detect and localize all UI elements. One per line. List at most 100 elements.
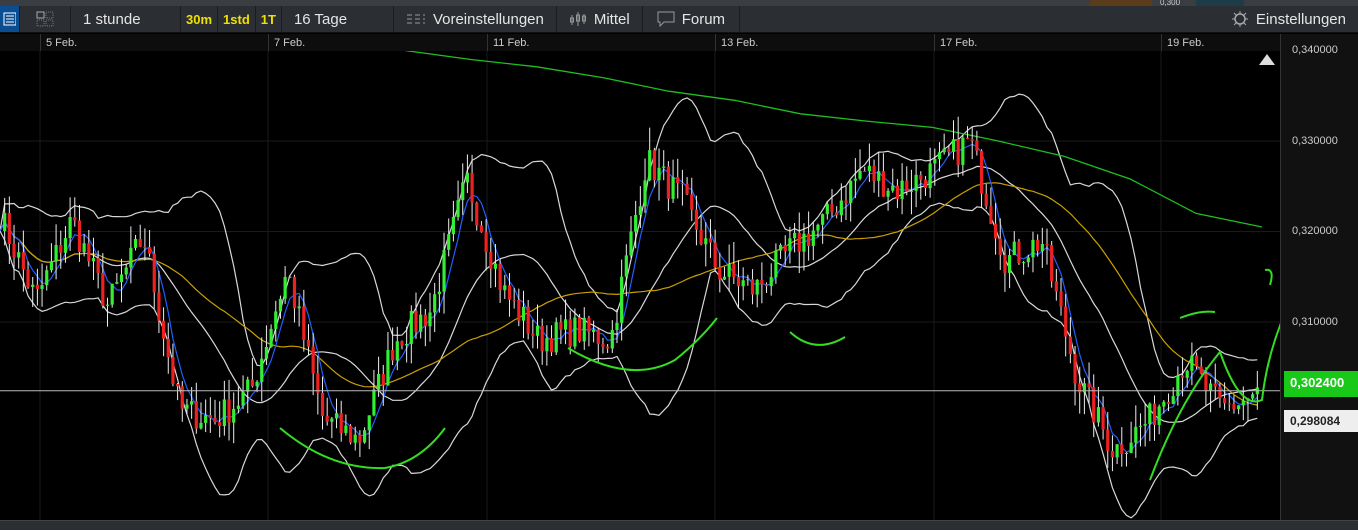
candle-body bbox=[606, 346, 610, 349]
candle-body bbox=[311, 346, 315, 374]
candle-body bbox=[1115, 444, 1119, 458]
candle-body bbox=[381, 374, 385, 386]
candle-body bbox=[1157, 406, 1161, 425]
candle-body bbox=[367, 415, 371, 431]
candle-body bbox=[919, 174, 923, 180]
candle-body bbox=[110, 283, 114, 305]
candle-body bbox=[1110, 450, 1115, 458]
candle-body bbox=[867, 165, 871, 172]
candle-body bbox=[1096, 407, 1101, 423]
range-select[interactable]: 16 Tage bbox=[282, 6, 394, 32]
candle-body bbox=[830, 204, 834, 213]
candle-body bbox=[35, 284, 39, 289]
candle-body bbox=[634, 214, 638, 232]
candle-body bbox=[73, 217, 77, 221]
candle-body bbox=[405, 343, 409, 346]
candle-body bbox=[895, 185, 900, 199]
date-tick: 13 Feb. bbox=[721, 37, 759, 49]
candle-body bbox=[905, 180, 909, 192]
candle-body bbox=[900, 180, 904, 199]
candle-body bbox=[713, 242, 717, 268]
candle-body bbox=[680, 183, 685, 185]
forum-button[interactable]: Forum bbox=[643, 6, 741, 32]
candle-body bbox=[433, 294, 437, 313]
candle-body bbox=[891, 185, 895, 191]
candle-body bbox=[877, 171, 881, 181]
menu-button[interactable] bbox=[0, 6, 20, 32]
candle-body bbox=[465, 172, 470, 183]
candle-body bbox=[377, 374, 381, 390]
candle-body bbox=[863, 170, 867, 172]
interval-1t[interactable]: 1T bbox=[256, 6, 282, 32]
candle-body bbox=[774, 250, 778, 278]
candle-body bbox=[1180, 375, 1185, 378]
candle-body bbox=[559, 322, 563, 330]
candle-body bbox=[1166, 401, 1171, 404]
candle-body bbox=[395, 341, 399, 361]
candle-body bbox=[937, 152, 942, 160]
candle-body bbox=[26, 269, 30, 288]
candle-body bbox=[961, 137, 965, 165]
candle-body bbox=[1143, 424, 1147, 426]
candle-body bbox=[1176, 375, 1180, 397]
moving-average-green bbox=[404, 51, 1263, 228]
candle-body bbox=[1223, 398, 1227, 404]
candle-body bbox=[1040, 244, 1044, 251]
candle-body bbox=[592, 329, 596, 333]
candle-body bbox=[12, 244, 16, 258]
presets-button[interactable]: Voreinstellungen bbox=[394, 6, 557, 32]
date-tick: 11 Feb. bbox=[493, 37, 530, 49]
hand-drawn-annotation bbox=[1179, 310, 1216, 319]
candle-body bbox=[339, 413, 343, 433]
candle-body bbox=[227, 399, 231, 423]
settings-button[interactable]: Einstellungen bbox=[1219, 6, 1358, 32]
interval-1std[interactable]: 1std bbox=[218, 6, 256, 32]
reference-price-label: 0,298084 bbox=[1284, 410, 1358, 432]
sliders-icon bbox=[406, 14, 425, 24]
scroll-up-icon[interactable] bbox=[1258, 52, 1276, 66]
candle-body bbox=[582, 317, 586, 342]
candle-body bbox=[629, 231, 633, 256]
price-chart[interactable] bbox=[0, 51, 1280, 520]
candle-body bbox=[853, 178, 857, 181]
candle-body bbox=[115, 282, 119, 284]
candle-body bbox=[391, 349, 395, 361]
candle-body bbox=[643, 180, 647, 207]
interval-select[interactable]: 1 stunde bbox=[71, 6, 181, 32]
candles-icon bbox=[569, 12, 586, 26]
interval-30m[interactable]: 30m bbox=[181, 6, 219, 32]
layout-button[interactable] bbox=[20, 6, 71, 32]
candle-body bbox=[1124, 452, 1129, 454]
candle-body bbox=[400, 341, 404, 346]
candle-body bbox=[839, 200, 843, 216]
candle-body bbox=[849, 180, 853, 203]
candle-body bbox=[348, 425, 353, 443]
candle-body bbox=[1213, 383, 1217, 387]
candle-body bbox=[648, 150, 652, 181]
candle-body bbox=[517, 299, 521, 321]
candle-body bbox=[1199, 366, 1203, 374]
candle-body bbox=[1190, 355, 1194, 371]
candle-body bbox=[956, 139, 960, 165]
candle-body bbox=[479, 225, 484, 233]
candle-body bbox=[951, 139, 956, 152]
candle-body bbox=[807, 233, 811, 246]
candle-body bbox=[503, 285, 507, 291]
candle-body bbox=[475, 202, 479, 226]
moving-average-blue bbox=[0, 143, 1258, 453]
candle-body bbox=[694, 209, 699, 230]
indicators-button[interactable]: Mittel bbox=[557, 6, 643, 32]
candle-body bbox=[302, 306, 306, 341]
candle-body bbox=[190, 401, 194, 405]
candle-body bbox=[105, 304, 110, 306]
candle-body bbox=[330, 418, 334, 422]
candle-body bbox=[250, 379, 254, 387]
candle-body bbox=[1017, 241, 1021, 263]
candle-body bbox=[596, 329, 600, 345]
date-tick: 5 Feb. bbox=[46, 37, 78, 49]
candle-body bbox=[750, 279, 755, 295]
candle-body bbox=[760, 280, 764, 285]
candle-body bbox=[526, 306, 530, 334]
candle-body bbox=[662, 166, 666, 168]
candle-body bbox=[1045, 244, 1049, 246]
